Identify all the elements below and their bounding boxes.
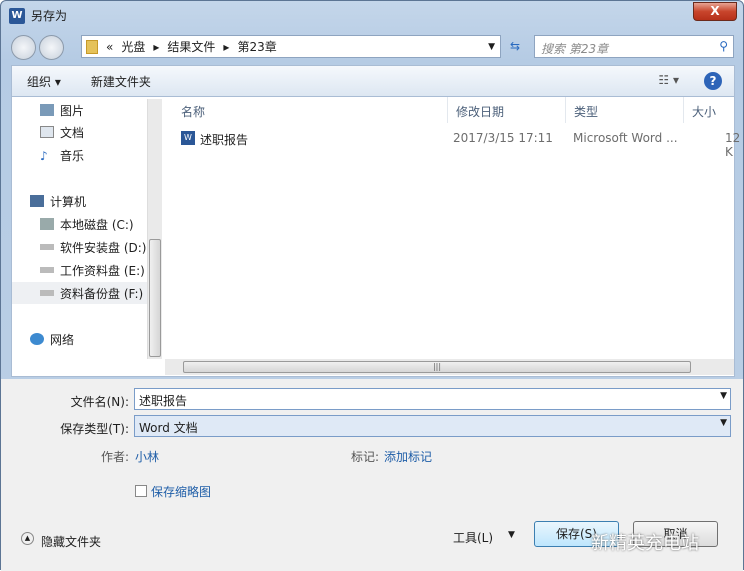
tree-label: 软件安装盘 (D:) — [60, 240, 147, 255]
scroll-thumb[interactable] — [149, 239, 161, 357]
breadcrumb-item[interactable]: 第23章 — [237, 38, 276, 55]
pictures-icon — [40, 104, 54, 116]
filename-input[interactable]: 述职报告 ▼ — [134, 388, 731, 410]
network-icon — [30, 333, 44, 345]
drive-icon — [40, 244, 54, 250]
save-type-select[interactable]: Word 文档 ▼ — [134, 415, 731, 437]
music-icon: ♪ — [40, 149, 48, 163]
tree-label: 网络 — [50, 332, 75, 347]
file-list: 名称 修改日期 类型 大小 W 述职报告 2017/3/15 17:11 Micr… — [165, 97, 740, 359]
column-type[interactable]: 类型 — [566, 97, 684, 123]
folder-icon — [86, 39, 98, 54]
tags-field[interactable]: 添加标记 — [384, 448, 432, 465]
window-title: 另存为 — [31, 9, 68, 23]
file-size: 12 K — [725, 131, 741, 159]
search-icon[interactable]: ⚲ — [719, 39, 728, 53]
column-date[interactable]: 修改日期 — [448, 97, 566, 123]
tree-label: 本地磁盘 (C:) — [60, 217, 134, 232]
new-folder-button[interactable]: 新建文件夹 — [91, 73, 151, 90]
tree-label: 工作资料盘 (E:) — [60, 263, 145, 278]
thumbnail-checkbox[interactable] — [135, 485, 147, 497]
computer-icon — [30, 195, 44, 207]
tree-item-drive-f[interactable]: 资料备份盘 (F:) — [12, 282, 147, 304]
filename-value: 述职报告 — [139, 394, 188, 408]
navigation-pane: 图片 文档 ♪ 音乐 计算机 本地磁盘 (C:) 软件安装盘 (D:) 工作资料盘… — [12, 97, 162, 359]
horizontal-scrollbar[interactable]: ||| — [165, 359, 734, 375]
toolbar: 组织 ▾ 新建文件夹 ☷ ▾ ? — [11, 65, 735, 97]
tools-button[interactable]: 工具(L) — [453, 529, 493, 546]
tree-label: 图片 — [60, 103, 85, 118]
tree-item-computer[interactable]: 计算机 — [26, 190, 166, 212]
content-area: 图片 文档 ♪ 音乐 计算机 本地磁盘 (C:) 软件安装盘 (D:) 工作资料盘… — [11, 97, 740, 377]
hide-folders-button[interactable]: 隐藏文件夹 — [41, 533, 101, 550]
drive-icon — [40, 218, 54, 230]
word-app-icon: W — [9, 7, 25, 24]
watermark: 新精英充电站 — [591, 533, 699, 554]
organize-button[interactable]: 组织 ▾ — [27, 73, 61, 90]
search-placeholder: 搜索 第23章 — [541, 42, 609, 56]
author-label: 作者: — [100, 450, 129, 464]
overflow-chevron[interactable]: « — [106, 40, 113, 54]
back-button[interactable] — [11, 35, 36, 60]
chevron-down-icon[interactable]: ▼ — [508, 530, 515, 540]
close-button[interactable]: X — [693, 2, 737, 21]
chevron-down-icon[interactable]: ▼ — [720, 418, 727, 428]
column-name[interactable]: 名称 — [173, 97, 448, 123]
breadcrumb-item[interactable]: 光盘 — [121, 38, 145, 55]
title-bar: W 另存为 — [9, 7, 67, 24]
tree-label: 音乐 — [60, 148, 85, 163]
tree-item-network[interactable]: 网络 — [26, 328, 166, 350]
file-name: 述职报告 — [200, 133, 249, 147]
documents-icon — [40, 126, 54, 138]
column-size[interactable]: 大小 — [684, 97, 744, 123]
forward-button[interactable] — [39, 35, 64, 60]
filename-label: 文件名(N): — [70, 395, 129, 409]
refresh-icon[interactable]: ⇆ — [504, 35, 526, 58]
type-label: 保存类型(T): — [60, 422, 129, 436]
chevron-down-icon[interactable]: ▼ — [488, 42, 495, 52]
type-value: Word 文档 — [139, 421, 198, 435]
help-icon[interactable]: ? — [704, 72, 722, 90]
drive-icon — [40, 267, 54, 273]
word-doc-icon: W — [181, 131, 195, 145]
views-button[interactable]: ☷ ▾ — [658, 73, 679, 87]
tree-label: 计算机 — [50, 194, 87, 209]
tree-scrollbar[interactable] — [147, 99, 162, 359]
scroll-thumb[interactable]: ||| — [183, 361, 691, 373]
tree-label: 文档 — [60, 125, 85, 140]
chevron-down-icon[interactable]: ▼ — [720, 391, 727, 401]
tree-label: 资料备份盘 (F:) — [60, 286, 144, 301]
thumbnail-label[interactable]: 保存缩略图 — [151, 483, 211, 500]
save-as-dialog: W 另存为 X « 光盘 ▸ 结果文件 ▸ 第23章 ▼ ⇆ 搜索 第23章 ⚲ 组… — [0, 0, 744, 571]
file-date: 2017/3/15 17:11 — [453, 131, 553, 145]
address-bar[interactable]: « 光盘 ▸ 结果文件 ▸ 第23章 ▼ — [81, 35, 501, 58]
tags-label: 标记: — [351, 450, 380, 464]
file-type: Microsoft Word ... — [573, 131, 678, 145]
breadcrumb-item[interactable]: 结果文件 — [167, 38, 215, 55]
search-input[interactable]: 搜索 第23章 ⚲ — [534, 35, 734, 58]
author-field[interactable]: 小林 — [135, 448, 159, 465]
collapse-icon[interactable]: ▲ — [21, 532, 34, 545]
drive-icon — [40, 290, 54, 296]
